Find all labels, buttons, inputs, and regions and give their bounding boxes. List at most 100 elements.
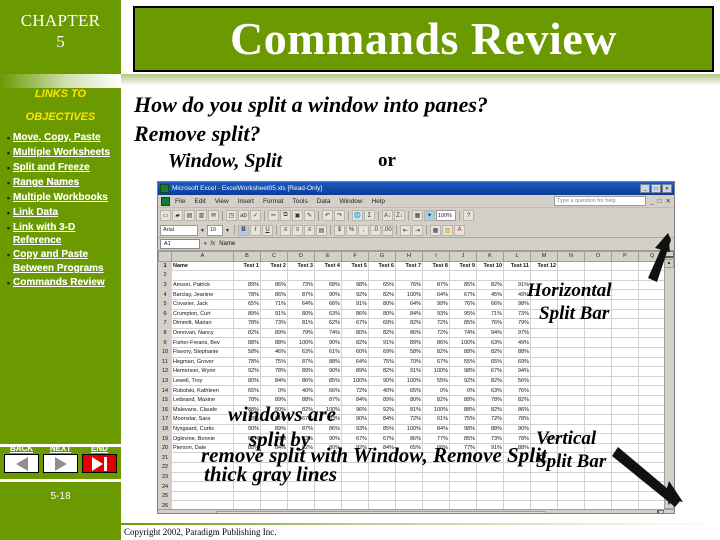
font-size-box[interactable]: 10 xyxy=(207,224,223,236)
cell-O15[interactable] xyxy=(584,394,612,406)
cell-F14[interactable]: 72% xyxy=(341,385,369,396)
cell-I4[interactable]: 64% xyxy=(422,289,450,300)
cell-E5[interactable]: 66% xyxy=(314,298,342,310)
cell-Q12[interactable] xyxy=(638,366,666,377)
cell-B25[interactable] xyxy=(233,490,261,502)
cell-B2[interactable] xyxy=(233,270,261,281)
cell-N16[interactable] xyxy=(557,404,585,416)
cell-H8[interactable]: 86% xyxy=(395,327,423,339)
name-box[interactable]: A1 xyxy=(160,239,200,249)
cell-F24[interactable] xyxy=(341,481,369,492)
row-header-13[interactable]: 13 xyxy=(158,375,172,387)
maximize-icon[interactable]: □ xyxy=(651,184,661,193)
cell-I9[interactable]: 86% xyxy=(422,337,450,348)
cell-J9[interactable]: 100% xyxy=(449,337,477,348)
cell-C25[interactable] xyxy=(260,490,288,502)
doc-restore-icon[interactable]: □ xyxy=(658,198,662,205)
cell-L23[interactable] xyxy=(503,471,531,483)
cell-N17[interactable] xyxy=(557,414,585,425)
close-icon[interactable]: ✕ xyxy=(662,184,672,193)
cell-H17[interactable]: 72% xyxy=(395,414,423,425)
cell-Q7[interactable] xyxy=(638,318,666,329)
cell-O23[interactable] xyxy=(584,471,612,483)
cell-E19[interactable]: 90% xyxy=(314,433,342,444)
font-size-dropdown-icon[interactable]: ▾ xyxy=(224,225,231,236)
row-header-15[interactable]: 15 xyxy=(158,394,172,406)
cell-A17[interactable]: Moonstar, Sara xyxy=(171,414,234,425)
cell-M11[interactable] xyxy=(530,356,558,368)
row-header-6[interactable]: 6 xyxy=(158,308,172,320)
cell-M8[interactable] xyxy=(530,327,558,339)
currency-icon[interactable]: $ xyxy=(334,224,345,236)
row-header-19[interactable]: 19 xyxy=(158,433,172,444)
table-row[interactable]: 8 Donovan, Nancy 82% 89% 79% 74% 80% 82% 86% 72% 7… xyxy=(158,327,674,339)
cell-G9[interactable]: 91% xyxy=(368,337,396,348)
cell-C9[interactable]: 88% xyxy=(260,337,288,348)
cell-P16[interactable] xyxy=(611,404,639,416)
cell-J5[interactable]: 76% xyxy=(449,298,477,310)
cell-O11[interactable] xyxy=(584,356,612,368)
redo-icon[interactable]: ↷ xyxy=(334,210,345,221)
cell-Q13[interactable] xyxy=(638,375,666,387)
cell-A1[interactable]: Name xyxy=(171,260,234,272)
column-header-h[interactable]: H xyxy=(395,251,423,262)
cell-J23[interactable] xyxy=(449,471,477,483)
cell-H10[interactable]: 58% xyxy=(395,346,423,358)
cell-F18[interactable]: 93% xyxy=(341,423,369,435)
cell-Q17[interactable] xyxy=(638,414,666,425)
menu-window[interactable]: Window xyxy=(339,198,362,205)
cell-L8[interactable]: 97% xyxy=(503,327,531,339)
cell-O2[interactable] xyxy=(584,270,612,281)
cell-P6[interactable] xyxy=(611,308,639,320)
cell-A4[interactable]: Barclay, Jeanine xyxy=(171,289,234,300)
cell-I7[interactable]: 72% xyxy=(422,318,450,329)
cell-I18[interactable]: 84% xyxy=(422,423,450,435)
underline-icon[interactable]: U xyxy=(262,224,273,236)
decrease-decimal-icon[interactable]: .00 xyxy=(382,224,393,236)
column-header-f[interactable]: F xyxy=(341,251,369,262)
menu-tools[interactable]: Tools xyxy=(293,198,308,205)
table-row[interactable]: 11 Hegman, Grover 78% 75% 87% 88% 64% 75% 70% 67%… xyxy=(158,356,674,368)
cell-O16[interactable] xyxy=(584,404,612,416)
cell-I24[interactable] xyxy=(422,481,450,492)
cell-A11[interactable]: Hegman, Grover xyxy=(171,356,234,368)
cell-J25[interactable] xyxy=(449,490,477,502)
menu-insert[interactable]: Insert xyxy=(238,198,254,205)
cell-B6[interactable]: 89% xyxy=(233,308,261,320)
cell-L18[interactable]: 90% xyxy=(503,423,531,435)
cell-H14[interactable]: 65% xyxy=(395,385,423,396)
row-header-12[interactable]: 12 xyxy=(158,366,172,377)
vertical-split-bar-handle[interactable] xyxy=(657,510,664,513)
cell-M15[interactable] xyxy=(530,394,558,406)
cell-E14[interactable]: 66% xyxy=(314,385,342,396)
research-icon[interactable]: ✓ xyxy=(250,210,261,221)
menu-data[interactable]: Data xyxy=(317,198,331,205)
row-header-18[interactable]: 18 xyxy=(158,423,172,435)
cell-D8[interactable]: 79% xyxy=(287,327,315,339)
cell-D7[interactable]: 81% xyxy=(287,318,315,329)
undo-icon[interactable]: ↶ xyxy=(322,210,333,221)
cell-H23[interactable] xyxy=(395,471,423,483)
name-box-dropdown-icon[interactable]: ▾ xyxy=(204,241,207,247)
cell-E2[interactable] xyxy=(314,270,342,281)
cell-P12[interactable] xyxy=(611,366,639,377)
cell-G14[interactable]: 40% xyxy=(368,385,396,396)
column-header-d[interactable]: D xyxy=(287,251,315,262)
cell-K1[interactable]: Test 10 xyxy=(476,260,504,272)
vertical-scrollbar[interactable]: ▲ ▼ xyxy=(664,251,674,509)
cell-F25[interactable] xyxy=(341,490,369,502)
menu-file[interactable]: File xyxy=(175,198,185,205)
cell-G8[interactable]: 82% xyxy=(368,327,396,339)
cell-C12[interactable]: 78% xyxy=(260,366,288,377)
cell-L1[interactable]: Test 11 xyxy=(503,260,531,272)
cell-C2[interactable] xyxy=(260,270,288,281)
cell-B14[interactable]: 65% xyxy=(233,385,261,396)
cell-P3[interactable] xyxy=(611,279,639,291)
cell-P21[interactable] xyxy=(611,452,639,464)
cell-Q9[interactable] xyxy=(638,337,666,348)
cell-P25[interactable] xyxy=(611,490,639,502)
cell-G1[interactable]: Test 6 xyxy=(368,260,396,272)
cell-A13[interactable]: Lewell, Troy xyxy=(171,375,234,387)
cell-G23[interactable] xyxy=(368,471,396,483)
cell-L13[interactable]: 56% xyxy=(503,375,531,387)
